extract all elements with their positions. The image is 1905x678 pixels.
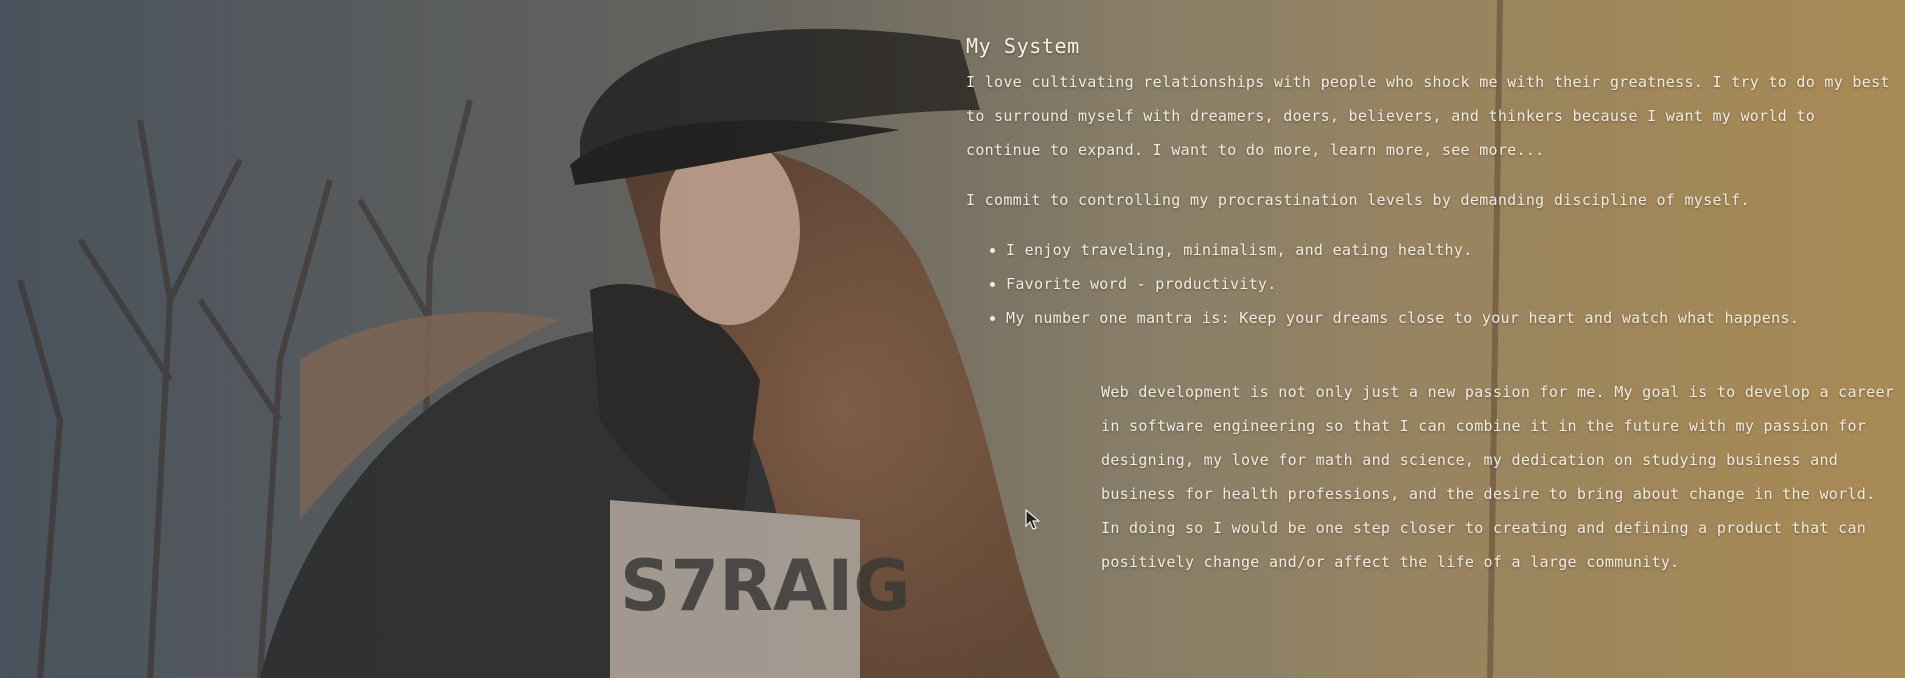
section-title: My System [966, 34, 1080, 58]
list-item: Favorite word - productivity. [1006, 267, 1896, 301]
mouse-cursor-icon [1025, 508, 1041, 535]
paragraph-web-development: Web development is not only just a new p… [1101, 383, 1895, 571]
list-item: My number one mantra is: Keep your dream… [1006, 301, 1896, 335]
about-section: My System I love cultivating relationshi… [966, 34, 1896, 335]
facts-list: I enjoy traveling, minimalism, and eatin… [966, 233, 1896, 335]
paragraph-discipline: I commit to controlling my procrastinati… [966, 191, 1750, 209]
paragraph-relationships: I love cultivating relationships with pe… [966, 73, 1890, 159]
list-item: I enjoy traveling, minimalism, and eatin… [1006, 233, 1896, 267]
